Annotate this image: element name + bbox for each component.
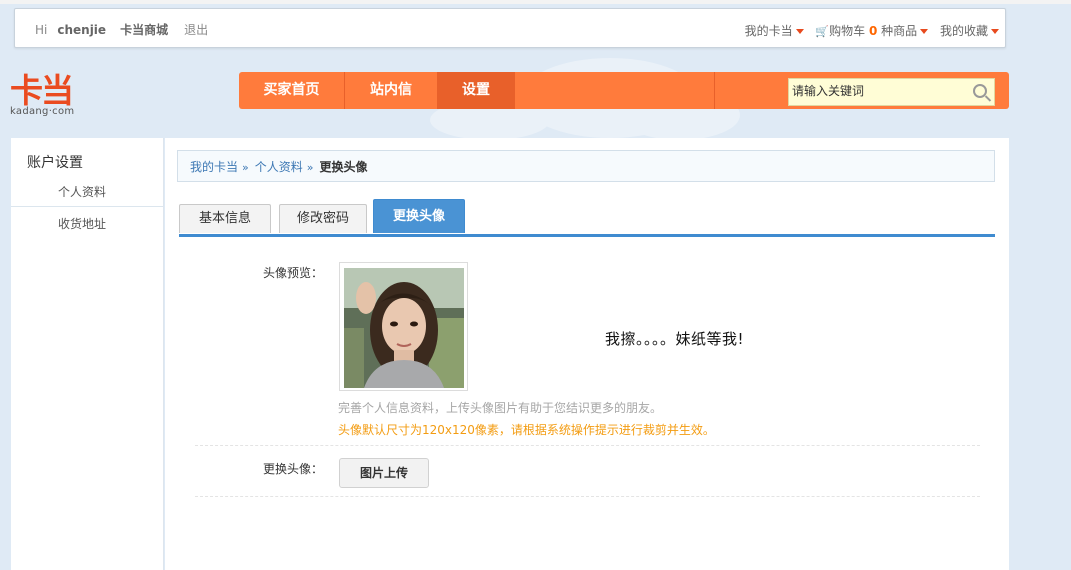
nav-messages[interactable]: 站内信: [345, 72, 438, 109]
top-right-menu: 我的卡当 🛒购物车 0 种商品 我的收藏: [737, 22, 999, 39]
search-box: [788, 78, 995, 106]
username-link[interactable]: chenjie: [57, 23, 106, 37]
chevron-down-icon: [920, 29, 929, 34]
logo-english: kadang·com: [10, 106, 75, 117]
sidebar-item-address[interactable]: 收货地址: [11, 209, 163, 239]
my-kadang-menu[interactable]: 我的卡当: [745, 24, 804, 38]
tab-basic-info[interactable]: 基本信息: [179, 204, 271, 233]
cart-suffix: 种商品: [881, 24, 918, 38]
nav-divider: [714, 72, 715, 109]
favorites-menu[interactable]: 我的收藏: [940, 24, 999, 38]
breadcrumb: 我的卡当» 个人资料» 更换头像: [177, 150, 995, 182]
avatar-photo: [344, 268, 464, 388]
section-divider: [195, 496, 980, 497]
top-user-bar: Hi chenjie 卡当商城 退出 我的卡当 🛒购物车 0 种商品 我的收藏: [14, 8, 1006, 48]
upload-image-button[interactable]: 图片上传: [339, 458, 429, 488]
mall-link[interactable]: 卡当商城: [120, 23, 168, 37]
avatar-caption: 我擦。。。。妹纸等我!: [605, 330, 745, 348]
breadcrumb-separator: »: [306, 161, 314, 174]
chevron-down-icon: [795, 29, 804, 34]
cart-label: 购物车: [829, 24, 866, 38]
tab-change-password[interactable]: 修改密码: [279, 204, 367, 233]
my-kadang-label: 我的卡当: [744, 24, 793, 38]
breadcrumb-current: 更换头像: [319, 160, 368, 174]
greeting-hi: Hi: [35, 23, 48, 37]
search-icon[interactable]: [973, 84, 987, 98]
nav-settings[interactable]: 设置: [438, 72, 515, 109]
avatar-hint: 完善个人信息资料，上传头像图片有助于您结识更多的朋友。: [338, 401, 663, 415]
breadcrumb-separator: »: [242, 161, 249, 174]
kadang-logo[interactable]: 卡当 kadang·com: [10, 71, 75, 118]
avatar-preview-label: 头像预览：: [263, 266, 324, 280]
chevron-down-icon: [991, 29, 999, 34]
cart-menu[interactable]: 🛒购物车 0 种商品: [815, 24, 929, 38]
favorites-label: 我的收藏: [939, 24, 988, 38]
tab-change-avatar[interactable]: 更换头像: [373, 199, 465, 233]
settings-tabs: 基本信息 修改密码 更换头像: [179, 199, 995, 237]
main-nav: 买家首页 站内信 设置: [239, 72, 1009, 109]
account-sidebar: 账户设置 个人资料 收货地址: [11, 138, 164, 570]
search-input[interactable]: [789, 79, 962, 103]
cart-icon: 🛒: [815, 25, 830, 38]
logo-chinese: 卡当: [10, 71, 74, 110]
logout-link[interactable]: 退出: [184, 23, 208, 37]
browser-top-strip: [0, 0, 1071, 4]
cart-count: 0: [868, 24, 878, 38]
avatar-image: [344, 268, 464, 388]
avatar-preview-frame: [339, 262, 468, 391]
sidebar-item-profile[interactable]: 个人资料: [11, 177, 163, 207]
avatar-size-notice: 头像默认尺寸为120x120像素，请根据系统操作提示进行裁剪并生效。: [338, 423, 715, 437]
change-avatar-label: 更换头像：: [263, 462, 324, 476]
nav-buyer-home[interactable]: 买家首页: [239, 72, 345, 109]
right-margin: [1009, 138, 1071, 570]
breadcrumb-my-kadang[interactable]: 我的卡当: [190, 160, 238, 174]
breadcrumb-profile[interactable]: 个人资料: [255, 160, 303, 174]
section-divider: [195, 445, 980, 446]
main-panel: 我的卡当» 个人资料» 更换头像 基本信息 修改密码 更换头像 头像预览： 我擦…: [165, 138, 1009, 570]
user-greeting: Hi chenjie 卡当商城 退出: [35, 21, 218, 38]
sidebar-title: 账户设置: [27, 155, 83, 171]
